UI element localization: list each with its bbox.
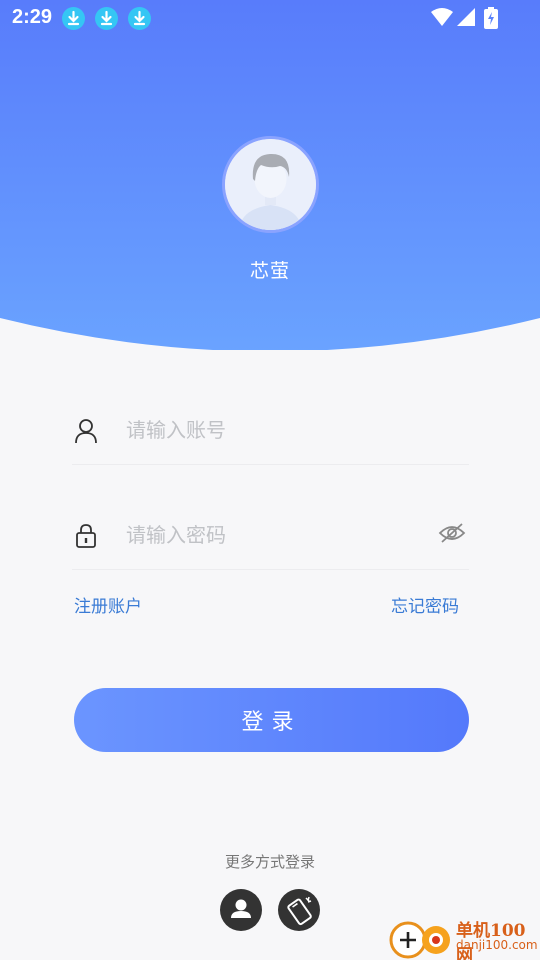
status-time: 2:29 (12, 6, 53, 28)
person-icon (231, 899, 251, 918)
phone-login-button[interactable] (278, 889, 320, 931)
forgot-password-link[interactable]: 忘记密码 (391, 592, 459, 617)
battery-charging-icon (484, 7, 498, 33)
phone-icon (287, 896, 312, 926)
watermark: 单机100网 danji100.com (388, 914, 540, 960)
download-icon (62, 7, 85, 30)
more-login-label: 更多方式登录 (224, 853, 315, 871)
watermark-url: danji100.com (456, 938, 538, 952)
status-bar: 2:29 (0, 0, 540, 36)
wifi-icon (430, 7, 454, 31)
download-icon (95, 7, 118, 30)
download-icon (128, 7, 151, 30)
password-input[interactable] (126, 518, 426, 552)
password-field (72, 500, 469, 570)
user-avatar-icon[interactable] (222, 136, 319, 233)
lock-icon (74, 523, 98, 553)
account-field (72, 395, 469, 465)
register-link[interactable]: 注册账户 (74, 592, 142, 617)
cellular-signal-icon (456, 7, 476, 31)
account-input[interactable] (126, 413, 426, 447)
person-login-button[interactable] (220, 889, 262, 931)
user-icon (74, 418, 98, 448)
watermark-logo-icon (389, 921, 450, 959)
login-button[interactable]: 登录 (74, 688, 469, 752)
eye-off-icon[interactable] (438, 522, 466, 548)
username-label: 芯萤 (249, 260, 290, 282)
